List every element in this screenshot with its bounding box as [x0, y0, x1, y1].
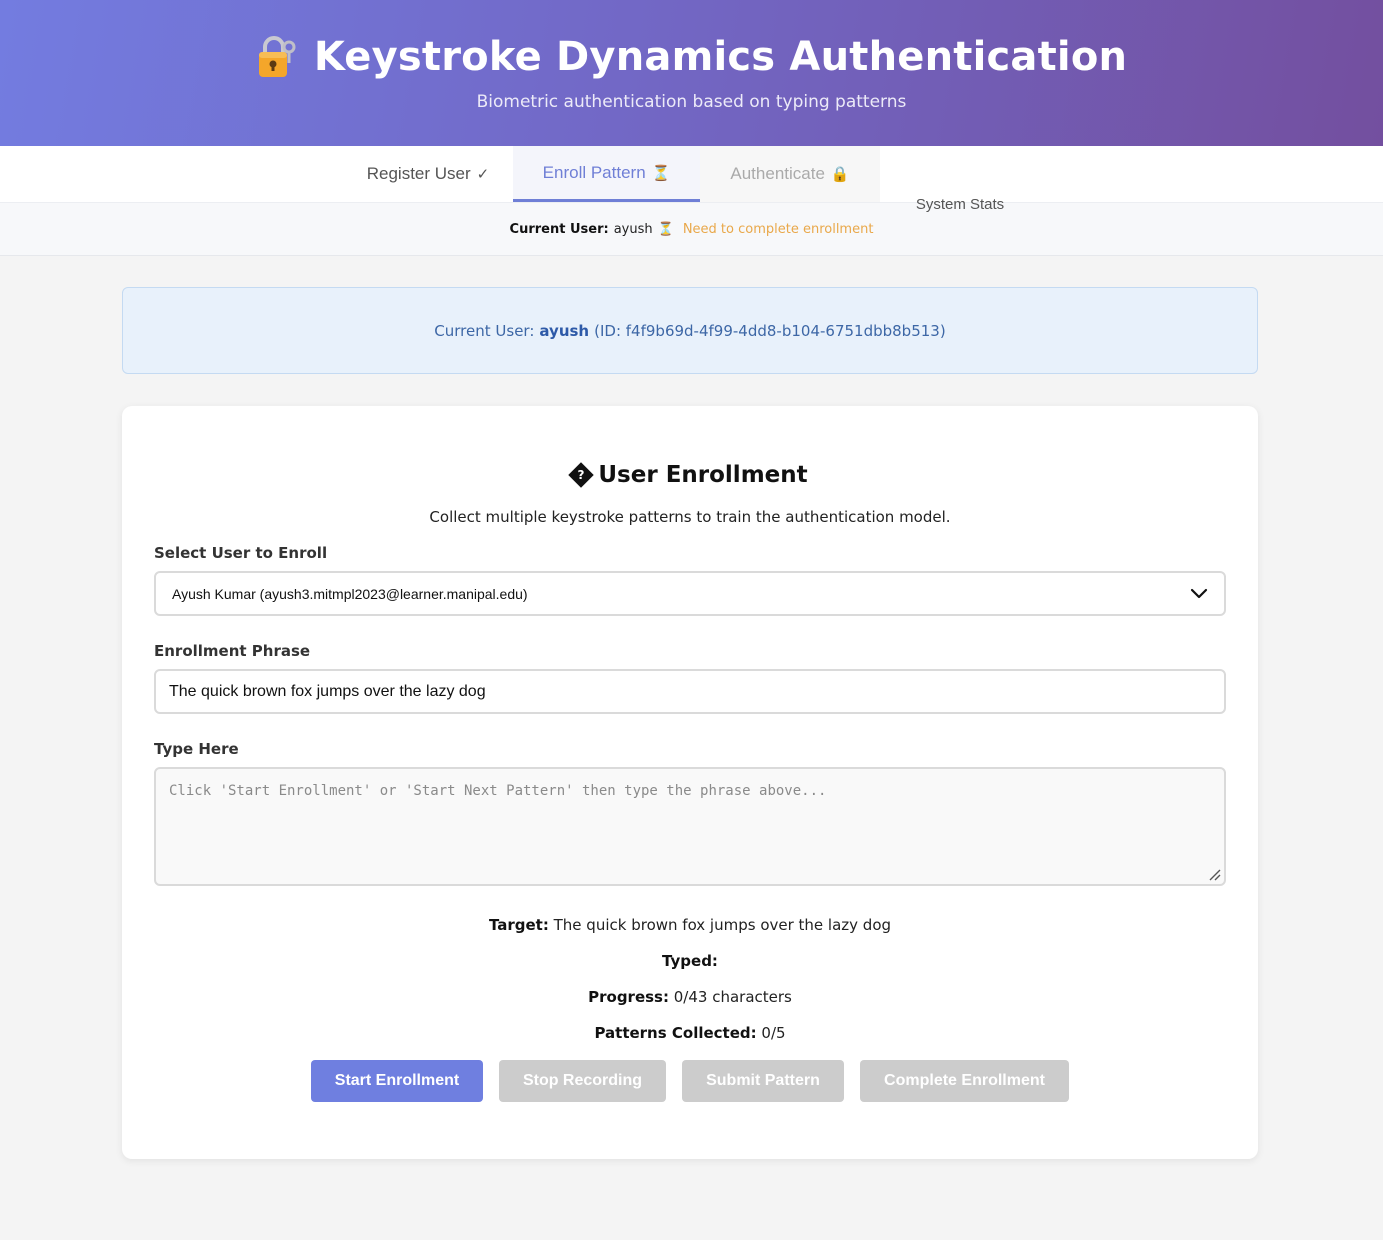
enrollment-warning: Need to complete enrollment	[682, 221, 874, 237]
tab-label: Enroll Pattern	[542, 162, 646, 182]
submit-pattern-button[interactable]: Submit Pattern	[682, 1060, 844, 1102]
complete-enrollment-button[interactable]: Complete Enrollment	[860, 1060, 1069, 1102]
enrollment-card: ? User Enrollment Collect multiple keyst…	[122, 406, 1258, 1159]
check-icon: ✓	[476, 166, 490, 183]
status-username: ayush	[613, 221, 653, 237]
stop-recording-button[interactable]: Stop Recording	[499, 1060, 666, 1102]
typed-label: Typed:	[662, 952, 718, 970]
current-user-status: Current User: ayush ⏳ Need to complete e…	[0, 202, 1383, 256]
patterns-label: Patterns Collected:	[594, 1024, 757, 1042]
selected-user-value: Ayush Kumar (ayush3.mitmpl2023@learner.m…	[172, 585, 528, 602]
tab-label: Register User	[366, 164, 471, 183]
enrollment-actions: Start Enrollment Stop Recording Submit P…	[154, 1060, 1226, 1102]
progress-label: Progress:	[588, 988, 669, 1006]
header-title-row: Keystroke Dynamics Authentication	[0, 34, 1383, 80]
chevron-down-icon	[1190, 588, 1208, 598]
tab-label: System Stats	[915, 195, 1005, 213]
tab-register-user[interactable]: Register User ✓	[343, 146, 513, 202]
start-enrollment-button[interactable]: Start Enrollment	[311, 1060, 483, 1102]
typing-placeholder: Click 'Start Enrollment' or 'Start Next …	[169, 783, 827, 799]
lock-icon: 🔒	[830, 166, 850, 183]
typing-textarea[interactable]: Click 'Start Enrollment' or 'Start Next …	[154, 767, 1226, 886]
app-header: Keystroke Dynamics Authentication Biomet…	[0, 0, 1383, 146]
tab-authenticate[interactable]: Authenticate 🔒	[700, 146, 880, 202]
select-user-label: Select User to Enroll	[154, 544, 328, 562]
progress-value: 0/43 characters	[673, 988, 792, 1006]
current-user-info-box: Current User: ayush (ID: f4f9b69d-4f99-4…	[122, 287, 1258, 374]
select-user-dropdown[interactable]: Ayush Kumar (ayush3.mitmpl2023@learner.m…	[154, 571, 1226, 616]
tab-label: Authenticate	[730, 164, 825, 183]
enrollment-phrase-input[interactable]: The quick brown fox jumps over the lazy …	[154, 669, 1226, 714]
info-prefix: Current User:	[434, 321, 535, 340]
hourglass-icon: ⏳	[651, 164, 671, 182]
enrollment-title: User Enrollment	[598, 462, 808, 488]
enrollment-title-row: ? User Enrollment	[154, 462, 1226, 488]
status-label: Current User:	[509, 221, 609, 237]
type-here-label: Type Here	[154, 740, 239, 758]
target-value: The quick brown fox jumps over the lazy …	[553, 916, 892, 934]
patterns-row: Patterns Collected: 0/5	[154, 1024, 1226, 1042]
enrollment-stats: Target: The quick brown fox jumps over t…	[154, 916, 1226, 1042]
info-username: ayush	[539, 321, 590, 340]
hourglass-icon: ⏳	[657, 221, 674, 237]
tab-system-stats[interactable]: System Stats	[880, 176, 1040, 232]
info-user-id: (ID: f4f9b69d-4f99-4dd8-b104-6751dbb8b51…	[594, 321, 946, 340]
replacement-glyph-icon: ?	[568, 462, 595, 488]
page-title: Keystroke Dynamics Authentication	[313, 34, 1128, 80]
target-label: Target:	[488, 916, 549, 934]
patterns-value: 0/5	[761, 1024, 786, 1042]
typed-row: Typed:	[154, 952, 1226, 970]
tab-enroll-pattern[interactable]: Enroll Pattern ⏳	[513, 146, 700, 202]
page-subtitle: Biometric authentication based on typing…	[476, 92, 907, 112]
resize-handle-icon[interactable]	[1207, 867, 1221, 881]
enrollment-phrase-label: Enrollment Phrase	[154, 642, 311, 660]
enrollment-description: Collect multiple keystroke patterns to t…	[429, 508, 951, 526]
progress-row: Progress: 0/43 characters	[154, 988, 1226, 1006]
tab-bar: Register User ✓ Enroll Pattern ⏳ Authent…	[0, 146, 1383, 213]
lock-key-icon	[258, 36, 296, 77]
target-row: Target: The quick brown fox jumps over t…	[154, 916, 1226, 934]
